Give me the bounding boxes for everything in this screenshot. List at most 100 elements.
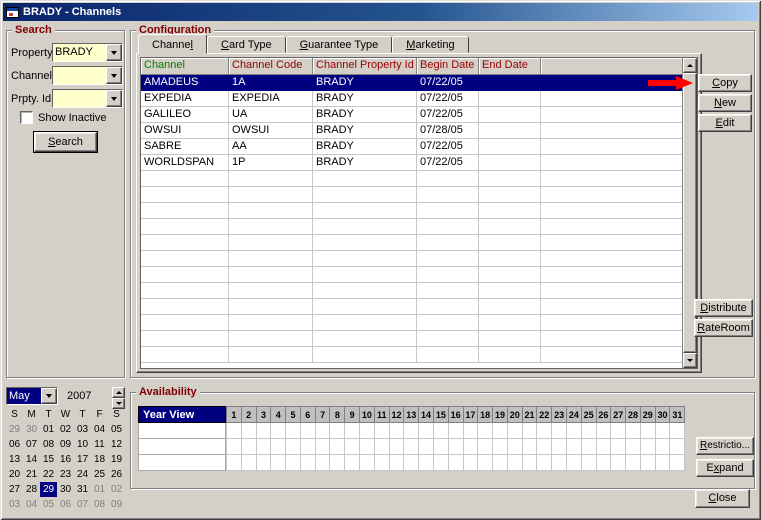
availability-cell[interactable]	[597, 455, 612, 471]
availability-cell[interactable]	[626, 423, 641, 439]
calendar-day[interactable]: 20	[6, 467, 23, 482]
calendar-day[interactable]: 11	[91, 437, 108, 452]
availability-cell[interactable]	[257, 423, 272, 439]
availability-cell[interactable]	[464, 439, 479, 455]
availability-cell[interactable]	[641, 455, 656, 471]
property-combo[interactable]: BRADY	[52, 43, 123, 62]
availability-cell[interactable]	[464, 455, 479, 471]
availability-cell[interactable]	[582, 455, 597, 471]
scroll-down-button[interactable]	[683, 353, 697, 368]
calendar-day[interactable]: 09	[108, 497, 125, 512]
availability-cell[interactable]	[656, 423, 671, 439]
calendar-day[interactable]: 22	[40, 467, 57, 482]
availability-cell[interactable]	[611, 439, 626, 455]
column-header-end-date[interactable]: End Date	[479, 58, 541, 75]
availability-cell[interactable]	[330, 455, 345, 471]
availability-cell[interactable]	[537, 455, 552, 471]
availability-cell[interactable]	[330, 423, 345, 439]
availability-cell[interactable]	[390, 455, 405, 471]
calendar-day[interactable]: 25	[91, 467, 108, 482]
tab-marketing[interactable]: Marketing	[392, 36, 468, 53]
table-row[interactable]: AMADEUS1ABRADY07/22/05	[141, 75, 682, 91]
availability-cell[interactable]	[611, 423, 626, 439]
rateroom-button[interactable]: RateRoom	[694, 319, 753, 337]
availability-cell[interactable]	[478, 439, 493, 455]
calendar-day[interactable]: 29	[6, 422, 23, 437]
availability-cell[interactable]	[449, 423, 464, 439]
availability-cell[interactable]	[419, 455, 434, 471]
calendar-day[interactable]: 16	[57, 452, 74, 467]
availability-cell[interactable]	[641, 439, 656, 455]
availability-cell[interactable]	[656, 455, 671, 471]
calendar-day[interactable]: 13	[6, 452, 23, 467]
availability-cell[interactable]	[301, 455, 316, 471]
calendar-day[interactable]: 07	[23, 437, 40, 452]
availability-cell[interactable]	[449, 439, 464, 455]
availability-cell[interactable]	[375, 423, 390, 439]
year-spinner[interactable]	[112, 387, 125, 405]
calendar-day[interactable]: 06	[57, 497, 74, 512]
calendar-day[interactable]: 19	[108, 452, 125, 467]
calendar-day[interactable]: 23	[57, 467, 74, 482]
calendar-day[interactable]: 30	[23, 422, 40, 437]
availability-cell[interactable]	[226, 455, 242, 471]
table-row[interactable]: GALILEOUABRADY07/22/05	[141, 107, 682, 123]
calendar-selected-day[interactable]: 29	[40, 482, 57, 497]
table-row[interactable]: WORLDSPAN1PBRADY07/22/05	[141, 155, 682, 171]
month-combo[interactable]: May	[6, 387, 58, 405]
availability-cell[interactable]	[464, 423, 479, 439]
search-button[interactable]: Search	[34, 132, 97, 152]
calendar-day[interactable]: 03	[6, 497, 23, 512]
column-header-channel[interactable]: Channel	[141, 58, 229, 75]
availability-cell[interactable]	[301, 423, 316, 439]
edit-button[interactable]: Edit	[698, 114, 752, 132]
calendar-day[interactable]: 18	[91, 452, 108, 467]
availability-cell[interactable]	[537, 423, 552, 439]
availability-cell[interactable]	[360, 439, 375, 455]
availability-cell[interactable]	[670, 423, 685, 439]
availability-cell[interactable]	[330, 439, 345, 455]
calendar-day[interactable]: 27	[6, 482, 23, 497]
calendar-day[interactable]: 17	[74, 452, 91, 467]
availability-cell[interactable]	[641, 423, 656, 439]
availability-cell[interactable]	[286, 455, 301, 471]
availability-cell[interactable]	[257, 439, 272, 455]
availability-cell[interactable]	[434, 439, 449, 455]
calendar-day[interactable]: 02	[108, 482, 125, 497]
calendar-day[interactable]: 10	[74, 437, 91, 452]
availability-cell[interactable]	[493, 455, 508, 471]
availability-cell[interactable]	[434, 423, 449, 439]
close-button[interactable]: Close	[695, 489, 750, 508]
expand-button[interactable]: Expand	[696, 459, 754, 477]
new-button[interactable]: New	[698, 94, 752, 112]
availability-cell[interactable]	[582, 423, 597, 439]
title-bar[interactable]: BRADY - Channels	[3, 3, 758, 21]
column-header-begin-date[interactable]: Begin Date	[417, 58, 479, 75]
availability-cell[interactable]	[286, 439, 301, 455]
availability-cell[interactable]	[286, 423, 301, 439]
availability-cell[interactable]	[434, 455, 449, 471]
calendar-day[interactable]: 08	[91, 497, 108, 512]
availability-cell[interactable]	[626, 455, 641, 471]
calendar-day[interactable]: 02	[57, 422, 74, 437]
table-row[interactable]: SABREAABRADY07/22/05	[141, 139, 682, 155]
availability-cell[interactable]	[419, 423, 434, 439]
calendar-day[interactable]: 14	[23, 452, 40, 467]
availability-cell[interactable]	[345, 455, 360, 471]
calendar-day[interactable]: 07	[74, 497, 91, 512]
show-inactive-checkbox[interactable]	[20, 111, 33, 124]
availability-cell[interactable]	[360, 455, 375, 471]
channel-dropdown-button[interactable]	[106, 67, 122, 84]
availability-cell[interactable]	[449, 455, 464, 471]
availability-cell[interactable]	[611, 455, 626, 471]
availability-cell[interactable]	[670, 455, 685, 471]
availability-cell[interactable]	[597, 439, 612, 455]
property-dropdown-button[interactable]	[106, 44, 122, 61]
availability-cell[interactable]	[508, 423, 523, 439]
availability-cell[interactable]	[567, 455, 582, 471]
column-header-channel-code[interactable]: Channel Code	[229, 58, 313, 75]
calendar-day[interactable]: 31	[74, 482, 91, 497]
availability-cell[interactable]	[493, 439, 508, 455]
calendar-day[interactable]: 01	[91, 482, 108, 497]
availability-cell[interactable]	[508, 439, 523, 455]
